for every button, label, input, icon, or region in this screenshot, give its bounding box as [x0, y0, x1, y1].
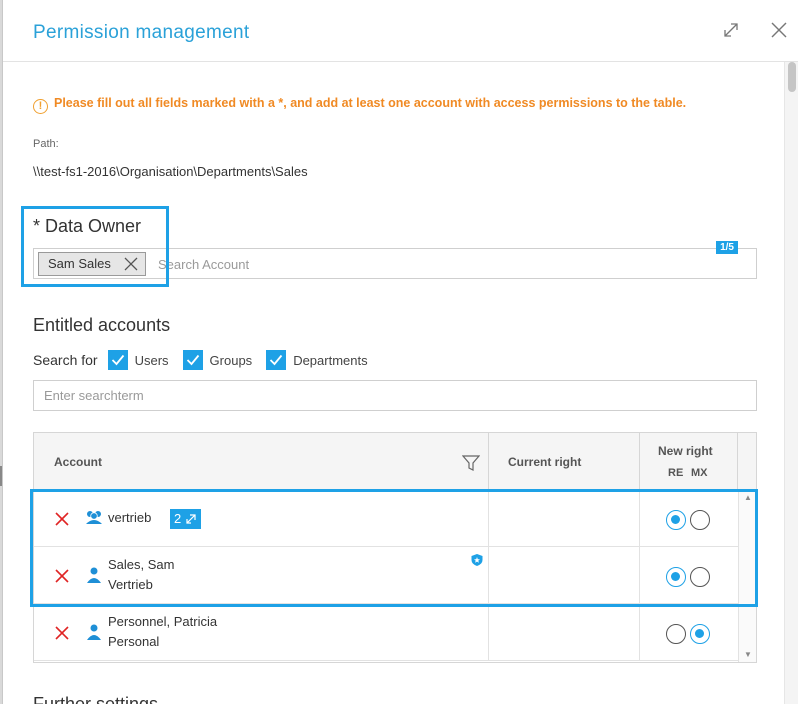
- cell-account: Personnel, Patricia Personal: [34, 604, 489, 661]
- searchterm-input[interactable]: [33, 380, 757, 411]
- account-department: Personal: [108, 634, 160, 649]
- column-account-label: Account: [54, 455, 102, 469]
- filter-users-label: Users: [134, 352, 169, 368]
- expand-icon[interactable]: [721, 20, 741, 40]
- close-icon[interactable]: [769, 20, 789, 40]
- radio-re[interactable]: [666, 624, 686, 644]
- dialog-header: Permission management: [3, 0, 798, 62]
- search-account-input[interactable]: [158, 254, 458, 274]
- search-for-filters: Search for Users Groups Departments: [33, 350, 382, 370]
- owner-highlight-frame: [21, 206, 169, 287]
- column-current-right: Current right: [489, 433, 640, 490]
- column-mx-label: MX: [691, 467, 708, 479]
- filter-departments-label: Departments: [293, 352, 368, 368]
- column-current-right-label: Current right: [508, 455, 582, 469]
- warning-text: Please fill out all fields marked with a…: [54, 96, 687, 110]
- cell-new-right: [640, 604, 738, 661]
- warning-icon: !: [33, 99, 48, 114]
- entitled-accounts-title: Entitled accounts: [33, 315, 171, 335]
- filter-users-checkbox[interactable]: Users: [107, 350, 169, 370]
- scroll-down-icon[interactable]: ▼: [744, 650, 752, 659]
- checkbox-checked-icon[interactable]: [182, 350, 203, 370]
- path-label: Path:: [33, 138, 59, 150]
- delete-icon[interactable]: [54, 625, 70, 641]
- user-icon: [87, 624, 101, 640]
- radio-mx[interactable]: [690, 624, 710, 644]
- checkbox-checked-icon[interactable]: [266, 350, 287, 370]
- rows-highlight-frame: [30, 489, 758, 607]
- checkbox-checked-icon[interactable]: [107, 350, 128, 370]
- permission-dialog: Permission management ! Please fill out a…: [2, 0, 798, 704]
- column-new-right-label: New right: [658, 444, 713, 458]
- cell-current-right: [489, 604, 640, 661]
- table-header: Account Current right New right RE MX: [34, 433, 756, 490]
- account-name: Personnel, Patricia: [108, 614, 218, 629]
- column-account: Account: [34, 433, 489, 490]
- table-row: Personnel, Patricia Personal: [34, 604, 738, 661]
- filter-groups-label: Groups: [209, 352, 253, 368]
- filter-departments-checkbox[interactable]: Departments: [266, 350, 368, 370]
- warning-message: ! Please fill out all fields marked with …: [33, 96, 686, 114]
- filter-icon[interactable]: [462, 455, 480, 471]
- path-value: \\test-fs1-2016\Organisation\Departments…: [33, 164, 308, 179]
- further-settings-title: Further settings: [33, 694, 159, 704]
- dialog-title: Permission management: [33, 22, 250, 43]
- scrollbar-thumb[interactable]: [788, 62, 796, 92]
- owner-count-badge: 1/5: [716, 241, 738, 254]
- column-re-label: RE: [668, 467, 684, 479]
- column-new-right: New right RE MX: [640, 433, 738, 490]
- filter-groups-checkbox[interactable]: Groups: [182, 350, 253, 370]
- dialog-scrollbar[interactable]: [784, 62, 798, 704]
- search-for-label: Search for: [33, 352, 98, 368]
